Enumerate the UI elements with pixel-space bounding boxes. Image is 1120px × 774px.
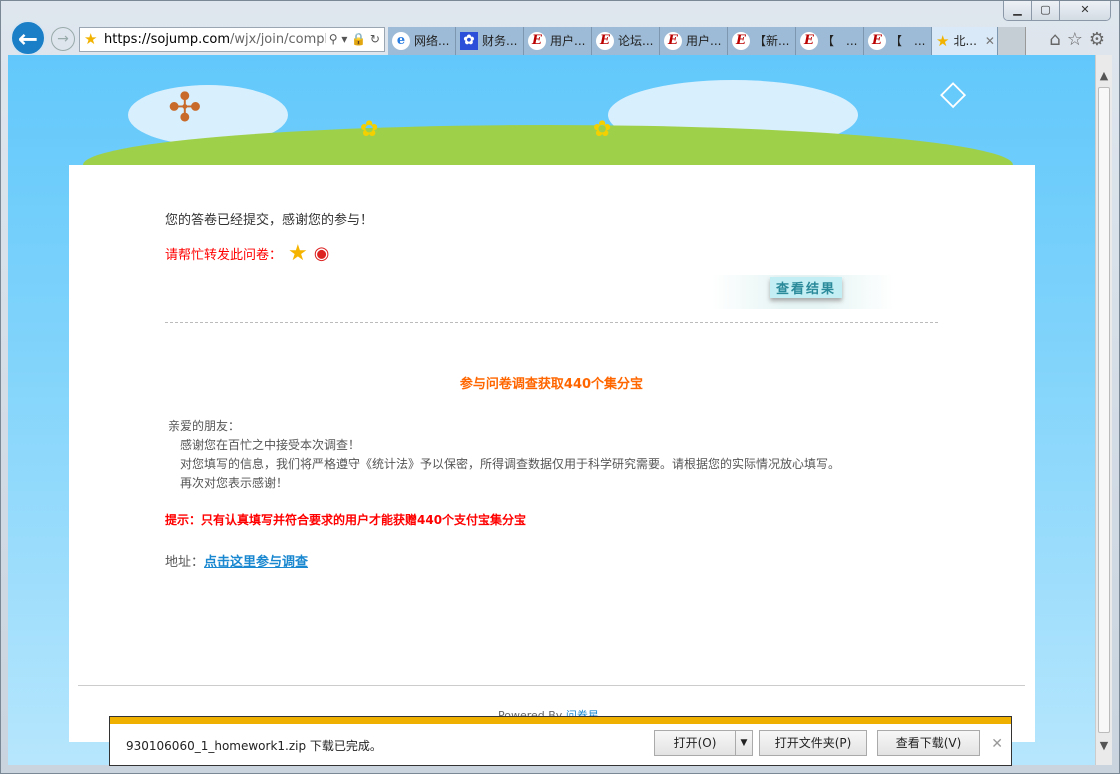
minimize-button[interactable]: ▁ <box>1004 1 1032 20</box>
qzone-share-icon[interactable]: ★ <box>288 241 308 266</box>
share-label: 请帮忙转发此问卷： <box>165 248 283 263</box>
close-window-button[interactable]: ✕ <box>1060 1 1110 20</box>
gear-icon[interactable]: ⚙ <box>1089 29 1105 50</box>
e-icon: E <box>732 32 750 50</box>
e-icon: E <box>868 32 886 50</box>
view-downloads-button[interactable]: 查看下载(V) <box>877 730 980 756</box>
scroll-down-icon[interactable]: ▼ <box>1096 739 1112 752</box>
home-icon[interactable]: ⌂ <box>1049 29 1060 50</box>
tab-strip: e 网络... ✿ 财务... E 用户... E 论坛... E 用户... E 【新..… <box>388 27 1026 55</box>
forward-button[interactable]: → <box>51 27 75 51</box>
address-row: 地址：点击这里参与调查 <box>165 551 308 570</box>
letter-line: 感谢您在百忙之中接受本次调查！ <box>180 438 361 452</box>
address-label: 地址： <box>165 555 205 570</box>
close-download-bar-icon[interactable]: ✕ <box>991 736 1003 752</box>
tab-label: 论坛... <box>618 34 654 48</box>
tab-label: 【 ... <box>822 34 858 48</box>
tab-label: 网络... <box>414 34 450 48</box>
page-viewport: ✣ ✿ ✿ ◇ 您的答卷已经提交，感谢您的参与！ 请帮忙转发此问卷： ★ ◉ 查… <box>8 55 1095 765</box>
tab[interactable]: e 网络... <box>388 27 456 55</box>
url-host: https://sojump.com <box>104 32 230 47</box>
address-bar[interactable]: ★ https://sojump.com/wjx/join/comple ⚲ ▾… <box>79 27 385 52</box>
url-path: /wjx/join/comple <box>230 32 337 47</box>
tab[interactable]: E 论坛... <box>592 27 660 55</box>
tab-label: 北... <box>953 34 977 48</box>
e-icon: E <box>664 32 682 50</box>
footer-divider <box>78 685 1025 686</box>
tab[interactable]: E 用户... <box>660 27 728 55</box>
view-results-button[interactable]: 查看结果 <box>712 275 894 309</box>
tab[interactable]: E 【新... <box>728 27 796 55</box>
tab[interactable]: E 【 ... <box>864 27 932 55</box>
ie-icon: e <box>392 32 410 50</box>
download-filename: 930106060_1_homework1.zip 下载已完成。 <box>126 739 382 753</box>
letter-body: 亲爱的朋友： 感谢您在百忙之中接受本次调查！ 对您填写的信息，我们将严格遵守《统… <box>168 417 840 493</box>
star-icon: ★ <box>936 32 950 50</box>
submitted-message: 您的答卷已经提交，感谢您的参与！ <box>165 213 374 228</box>
search-lock-refresh-icons[interactable]: ⚲ ▾ 🔒 ↻ <box>325 28 380 51</box>
letter-line: 再次对您表示感谢！ <box>180 476 289 490</box>
e-icon: E <box>528 32 546 50</box>
letter-line: 对您填写的信息，我们将严格遵守《统计法》予以保密，所得调查数据仅用于科学研究需要… <box>180 457 841 471</box>
windmill-icon: ✣ <box>168 85 202 131</box>
flower-icon: ✿ <box>360 117 379 142</box>
baidu-paw-icon: ✿ <box>460 32 478 50</box>
e-icon: E <box>800 32 818 50</box>
tab-label: 用户... <box>550 34 586 48</box>
tip-text: 提示：只有认真填写并符合要求的用户才能获赠440个支付宝集分宝 <box>165 513 527 527</box>
close-tab-icon[interactable]: ✕ <box>985 27 995 55</box>
share-row: 请帮忙转发此问卷： ★ ◉ <box>165 241 329 266</box>
download-notification-bar: 930106060_1_homework1.zip 下载已完成。 打开(O) ▼… <box>109 716 1012 766</box>
tab[interactable]: E 用户... <box>524 27 592 55</box>
open-dropdown-chevron-icon[interactable]: ▼ <box>735 730 753 756</box>
tab-label: 【新... <box>754 34 790 48</box>
open-folder-button[interactable]: 打开文件夹(P) <box>759 730 867 756</box>
tab-active[interactable]: ★ 北... ✕ <box>932 27 998 55</box>
weibo-share-icon[interactable]: ◉ <box>314 243 330 264</box>
greeting: 亲爱的朋友： <box>168 419 241 433</box>
scroll-up-icon[interactable]: ▲ <box>1096 69 1112 82</box>
scroll-thumb[interactable] <box>1098 87 1110 733</box>
tab-label: 【 ... <box>890 34 926 48</box>
new-tab-button[interactable] <box>998 27 1026 55</box>
vertical-scrollbar[interactable]: ▲ ▼ <box>1095 55 1112 765</box>
view-results-label: 查看结果 <box>770 277 843 298</box>
divider <box>165 322 938 323</box>
tab-label: 用户... <box>686 34 722 48</box>
back-button[interactable]: ← <box>10 20 46 56</box>
favicon-star-icon: ★ <box>84 30 98 48</box>
maximize-button[interactable]: ▢ <box>1032 1 1060 20</box>
tab-label: 财务... <box>482 34 518 48</box>
toolbar-icons: ⌂ ☆ ⚙ <box>1049 29 1105 50</box>
e-icon: E <box>596 32 614 50</box>
headline: 参与问卷调查获取440个集分宝 <box>459 377 644 392</box>
tab[interactable]: ✿ 财务... <box>456 27 524 55</box>
tab[interactable]: E 【 ... <box>796 27 864 55</box>
survey-link[interactable]: 点击这里参与调查 <box>204 555 308 570</box>
window-controls: ▁ ▢ ✕ <box>1003 1 1111 21</box>
favorites-star-icon[interactable]: ☆ <box>1067 29 1083 50</box>
kite-icon: ◇ <box>940 73 967 113</box>
open-button[interactable]: 打开(O) <box>654 730 736 756</box>
flower-icon: ✿ <box>593 117 612 142</box>
download-progress-bar <box>110 717 1011 724</box>
